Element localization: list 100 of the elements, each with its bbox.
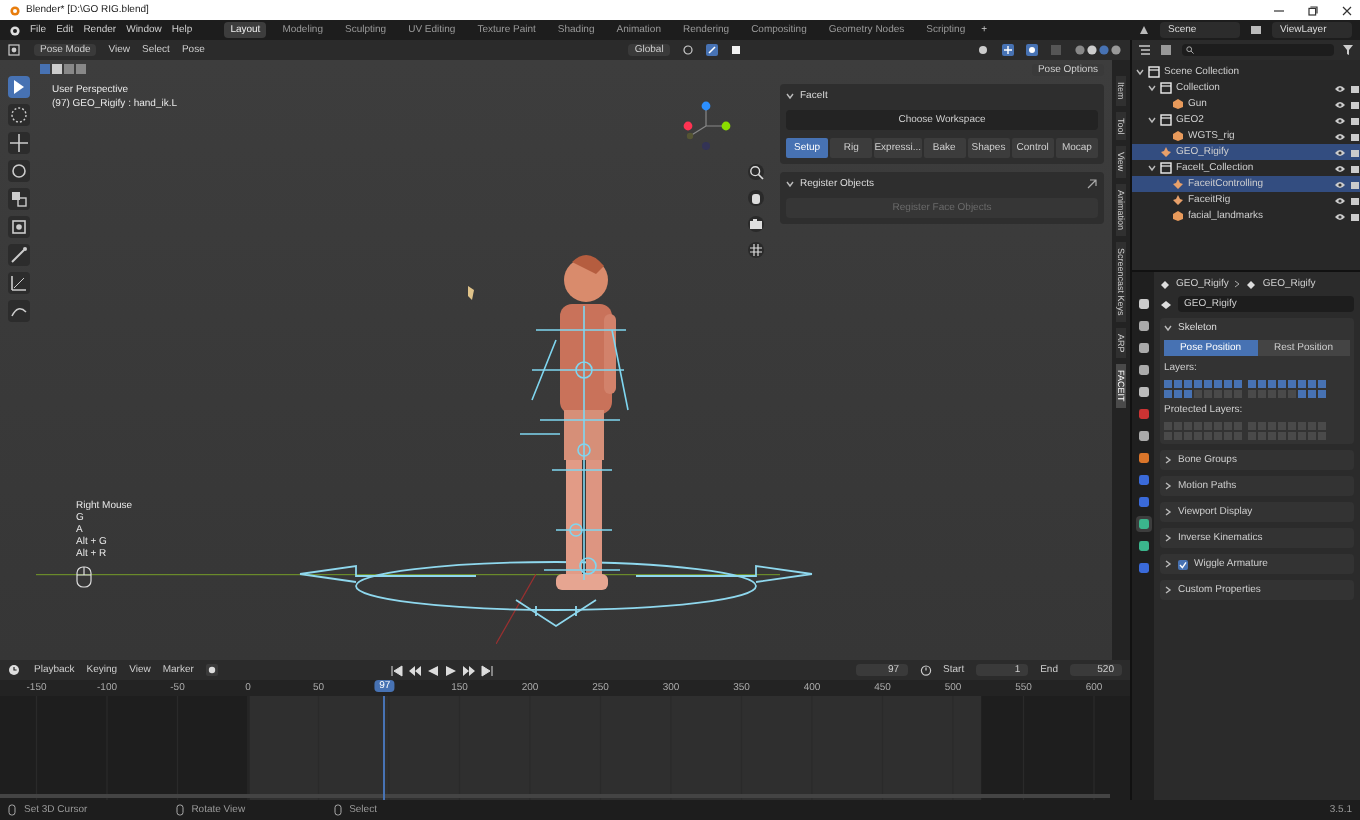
disclosure-icon[interactable] xyxy=(1148,164,1156,172)
layer-toggle[interactable] xyxy=(1308,390,1316,398)
chevron-icon[interactable] xyxy=(1164,534,1172,542)
editor-type-icon[interactable] xyxy=(8,664,22,676)
layer-toggle[interactable] xyxy=(1318,380,1326,388)
chevron-icon[interactable] xyxy=(1164,508,1172,516)
shading-icons[interactable] xyxy=(1074,44,1122,56)
minimize-icon[interactable] xyxy=(1274,5,1284,15)
properties-tab[interactable] xyxy=(1135,428,1151,444)
layer-toggle[interactable] xyxy=(1224,390,1232,398)
layer-toggle[interactable] xyxy=(1164,380,1172,388)
stopwatch-icon[interactable] xyxy=(919,664,932,676)
properties-tab[interactable] xyxy=(1135,538,1151,554)
layer-toggle[interactable] xyxy=(1204,380,1212,388)
layer-toggle[interactable] xyxy=(1318,390,1326,398)
properties-tab[interactable] xyxy=(1135,296,1151,312)
curve-tool-button[interactable] xyxy=(7,300,29,322)
properties-tab[interactable] xyxy=(1135,362,1151,378)
eye-icon[interactable] xyxy=(1334,211,1346,221)
layer-toggle[interactable] xyxy=(1278,380,1286,388)
eye-icon[interactable] xyxy=(1334,99,1346,109)
transform-tool-button[interactable] xyxy=(7,216,29,238)
layer-toggle[interactable] xyxy=(1164,390,1172,398)
axis-gizmo-icon[interactable] xyxy=(680,100,732,152)
proportional-edit-icon[interactable] xyxy=(729,44,742,56)
layer-toggle[interactable] xyxy=(1184,380,1192,388)
zoom-icon[interactable] xyxy=(748,164,764,180)
link-icon[interactable] xyxy=(1086,178,1098,190)
layer-toggle[interactable] xyxy=(1278,390,1286,398)
move-tool-button[interactable] xyxy=(7,132,29,154)
layer-toggle[interactable] xyxy=(1214,390,1222,398)
eye-icon[interactable] xyxy=(1334,83,1346,93)
camera-icon[interactable] xyxy=(748,216,764,232)
view-layer-icon[interactable] xyxy=(1250,24,1262,36)
layer-toggle[interactable] xyxy=(1204,390,1212,398)
properties-tab[interactable] xyxy=(1135,340,1151,356)
properties-tab[interactable] xyxy=(1135,450,1151,466)
layer-toggle[interactable] xyxy=(1224,380,1232,388)
chevron-icon[interactable] xyxy=(1164,482,1172,490)
properties-tab[interactable] xyxy=(1135,318,1151,334)
measure-tool-button[interactable] xyxy=(7,272,29,294)
chevron-icon[interactable] xyxy=(1164,324,1172,332)
layer-toggle[interactable] xyxy=(1214,380,1222,388)
jump-end-icon[interactable] xyxy=(479,663,494,677)
layer-toggle[interactable] xyxy=(1268,390,1276,398)
layer-toggle[interactable] xyxy=(1308,380,1316,388)
select-tool-button[interactable] xyxy=(7,76,29,98)
rotate-tool-button[interactable] xyxy=(7,160,29,182)
annotate-tool-button[interactable] xyxy=(7,244,29,266)
layer-toggle[interactable] xyxy=(1174,380,1182,388)
record-button[interactable] xyxy=(205,664,218,676)
layer-toggle[interactable] xyxy=(1258,390,1266,398)
layer-toggle[interactable] xyxy=(1194,380,1202,388)
layer-toggle[interactable] xyxy=(1174,390,1182,398)
layer-toggle[interactable] xyxy=(1234,390,1242,398)
grid-icon[interactable] xyxy=(748,242,764,258)
overlay-icon[interactable] xyxy=(1026,44,1038,56)
layer-toggle[interactable] xyxy=(1268,380,1276,388)
editor-type-icon[interactable] xyxy=(8,44,22,56)
layer-toggle[interactable] xyxy=(1288,390,1296,398)
restore-icon[interactable] xyxy=(1308,5,1318,15)
layer-toggle[interactable] xyxy=(1288,380,1296,388)
properties-tab[interactable] xyxy=(1135,384,1151,400)
properties-tab[interactable] xyxy=(1135,516,1151,532)
layer-toggle[interactable] xyxy=(1248,380,1256,388)
chevron-icon[interactable] xyxy=(1164,586,1172,594)
checkbox[interactable] xyxy=(1178,559,1188,569)
eye-icon[interactable] xyxy=(1334,195,1346,205)
chevron-icon[interactable] xyxy=(1164,456,1172,464)
eye-icon[interactable] xyxy=(1334,179,1346,189)
eye-icon[interactable] xyxy=(1334,147,1346,157)
cursor-tool-button[interactable] xyxy=(7,104,29,126)
close-icon[interactable] xyxy=(1342,5,1352,15)
outliner-icon[interactable] xyxy=(1138,44,1152,56)
gizmo-icon[interactable] xyxy=(1002,44,1014,56)
layer-toggle[interactable] xyxy=(1248,390,1256,398)
layer-toggle[interactable] xyxy=(1298,390,1306,398)
armature-icon[interactable] xyxy=(1160,299,1172,309)
layer-toggle[interactable] xyxy=(1298,380,1306,388)
display-mode-icon[interactable] xyxy=(1160,44,1174,56)
pivot-icon[interactable] xyxy=(681,44,694,56)
visibility-icon[interactable] xyxy=(976,44,990,56)
snap-icon[interactable] xyxy=(705,44,718,56)
layer-toggle[interactable] xyxy=(1194,390,1202,398)
hand-icon[interactable] xyxy=(748,190,764,206)
layer-toggle[interactable] xyxy=(1184,390,1192,398)
chevron-icon[interactable] xyxy=(1164,560,1172,568)
eye-icon[interactable] xyxy=(1334,115,1346,125)
scale-tool-button[interactable] xyxy=(7,188,29,210)
chevron-icon[interactable] xyxy=(786,92,794,100)
layer-toggle[interactable] xyxy=(1258,380,1266,388)
filter-icon[interactable] xyxy=(1342,44,1354,56)
jump-start-icon[interactable] xyxy=(389,663,404,677)
scene-icon[interactable] xyxy=(1138,24,1150,36)
header-toggle-icons[interactable] xyxy=(40,64,88,74)
eye-icon[interactable] xyxy=(1334,163,1346,173)
disclosure-icon[interactable] xyxy=(1148,116,1156,124)
layer-toggle[interactable] xyxy=(1234,380,1242,388)
search-field[interactable] xyxy=(1182,44,1334,56)
eye-icon[interactable] xyxy=(1334,131,1346,141)
